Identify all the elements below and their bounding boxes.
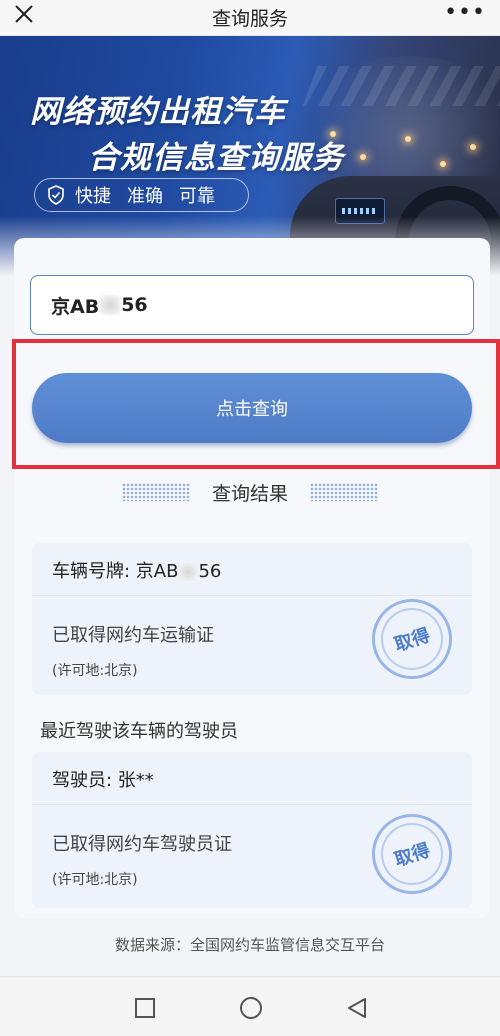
driver-permit-place: (许可地:北京)	[52, 872, 138, 888]
system-navigation-bar	[0, 976, 500, 1036]
plate-suffix-text: 56	[121, 294, 148, 316]
page-title: 查询服务	[211, 8, 288, 30]
driver-name: 驾驶员: 张**	[52, 770, 154, 791]
top-navigation-bar: 查询服务 •••	[0, 0, 500, 36]
square-recent-icon[interactable]	[132, 995, 158, 1021]
plate-number-input[interactable]: 京AB 56	[30, 275, 474, 335]
driver-cert-text: 已取得网约车驾驶员证	[52, 834, 232, 855]
circle-home-icon[interactable]	[238, 995, 264, 1021]
query-button[interactable]: 点击查询	[32, 373, 472, 443]
vehicle-plate-label: 车辆号牌:	[52, 561, 136, 582]
feature-tag: 快捷	[75, 186, 111, 207]
drivers-section-title: 最近驾驶该车辆的驾驶员	[40, 721, 238, 742]
results-title: 查询结果	[211, 482, 288, 505]
banner-slogan-line1: 网络预约出租汽车	[30, 94, 286, 130]
banner-features-badge: 快捷 准确 可靠	[34, 178, 249, 212]
divider	[32, 804, 472, 805]
vehicle-cert-text: 已取得网约车运输证	[52, 625, 214, 646]
vehicle-plate-row: 车辆号牌: 京AB 56	[52, 557, 221, 583]
close-icon[interactable]	[12, 2, 36, 32]
vehicle-plate-suffix: 56	[198, 561, 222, 582]
redacted-mask	[99, 295, 122, 315]
triangle-back-icon[interactable]	[344, 995, 370, 1021]
vehicle-permit-place: (许可地:北京)	[52, 663, 138, 679]
divider	[32, 595, 472, 596]
city-light	[440, 161, 446, 167]
plate-prefix-text: 京AB	[51, 295, 100, 318]
city-light	[470, 144, 476, 150]
city-light	[405, 136, 411, 142]
obtained-stamp-icon: 取得	[361, 803, 463, 905]
data-source-note: 数据来源：全国网约车监管信息交互平台	[114, 936, 385, 954]
decorative-dots	[121, 483, 190, 501]
vehicle-result-card: 车辆号牌: 京AB 56 已取得网约车运输证 (许可地:北京) 取得	[32, 543, 472, 695]
decorative-dots	[310, 483, 378, 501]
obtained-stamp-icon: 取得	[361, 588, 463, 690]
banner-slogan-line2: 合规信息查询服务	[88, 140, 344, 176]
shield-check-icon	[47, 185, 65, 205]
feature-tag: 准确	[127, 186, 163, 207]
vehicle-plate-prefix: 京AB	[135, 561, 179, 582]
banner-roof-lines	[302, 66, 500, 106]
more-icon[interactable]: •••	[444, 0, 486, 26]
stamp-text: 取得	[392, 839, 433, 871]
driver-result-card: 驾驶员: 张** 已取得网约车驾驶员证 (许可地:北京) 取得	[32, 752, 472, 908]
stamp-text: 取得	[392, 624, 433, 656]
redacted-mask	[178, 563, 199, 581]
results-header: 查询结果	[0, 480, 500, 505]
feature-tag: 可靠	[179, 186, 215, 207]
city-light	[360, 154, 366, 160]
